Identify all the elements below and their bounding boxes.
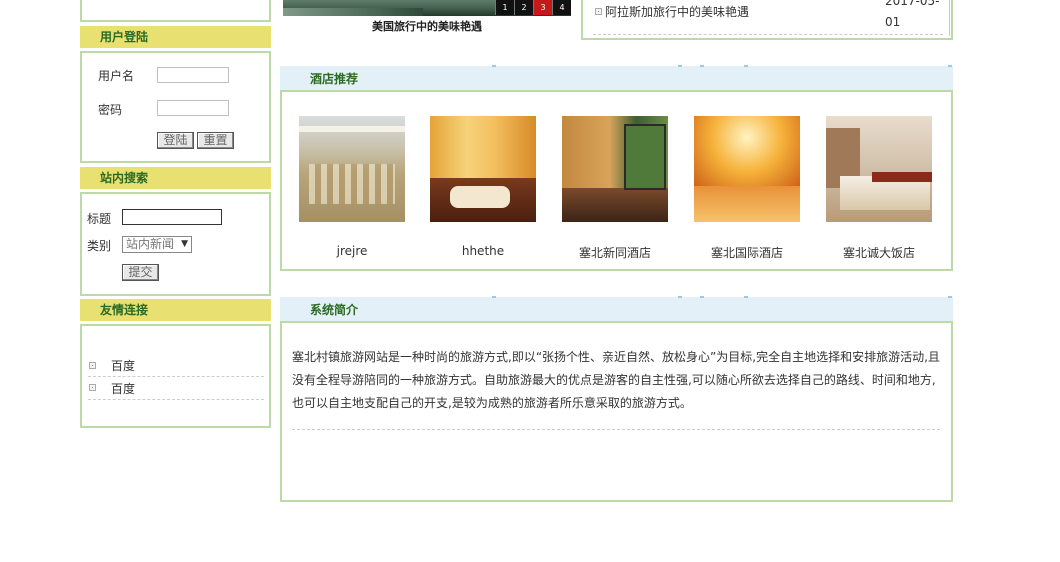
friend-link-2[interactable]: 百度 bbox=[111, 380, 135, 397]
link-bullet-icon bbox=[89, 362, 96, 369]
links-header: 友情连接 bbox=[80, 299, 271, 321]
hotel-name-5[interactable]: 塞北诚大饭店 bbox=[826, 244, 932, 261]
banner-page-3[interactable]: 3 bbox=[533, 0, 552, 15]
link-bullet-icon bbox=[89, 384, 96, 391]
link-divider bbox=[88, 399, 264, 400]
hotel-name-1[interactable]: jrejre bbox=[299, 244, 405, 258]
news-item-date-line1: 2017-05- bbox=[885, 0, 940, 8]
about-header-title: 系统简介 bbox=[310, 303, 359, 317]
about-text: 塞北村镇旅游网站是一种时尚的旅游方式,即以“张扬个性、亲近自然、放松身心”为目标… bbox=[292, 350, 940, 410]
top-left-panel bbox=[80, 0, 271, 22]
banner-pager: 1 2 3 4 bbox=[495, 0, 571, 16]
hotel-dining-room-image[interactable] bbox=[562, 116, 668, 222]
hotel-name-3[interactable]: 塞北新同酒店 bbox=[562, 244, 668, 261]
hotels-header-title: 酒店推荐 bbox=[310, 72, 359, 86]
chevron-down-icon: ▼ bbox=[181, 239, 188, 249]
search-category-value: 站内新闻 bbox=[126, 237, 175, 251]
username-label: 用户名 bbox=[98, 69, 135, 83]
news-divider bbox=[593, 34, 943, 35]
search-category-label: 类别 bbox=[87, 239, 112, 253]
search-submit-button[interactable]: 提交 bbox=[122, 264, 159, 281]
news-bullet-icon bbox=[595, 8, 602, 15]
reset-button[interactable]: 重置 bbox=[197, 132, 234, 149]
search-header: 站内搜索 bbox=[80, 167, 271, 189]
hotels-header: 酒店推荐 bbox=[280, 65, 953, 92]
hotel-name-4[interactable]: 塞北国际酒店 bbox=[694, 244, 800, 261]
username-input[interactable] bbox=[157, 67, 229, 83]
banner-page-1[interactable]: 1 bbox=[495, 0, 514, 15]
search-title-input[interactable] bbox=[122, 209, 222, 225]
login-header: 用户登陆 bbox=[80, 26, 271, 48]
link-divider bbox=[88, 376, 264, 377]
hotel-lobby-image[interactable] bbox=[299, 116, 405, 222]
banner-page-4[interactable]: 4 bbox=[552, 0, 571, 15]
hotel-name-2[interactable]: hhethe bbox=[430, 244, 536, 258]
banner-caption: 美国旅行中的美味艳遇 bbox=[372, 20, 482, 33]
search-category-select[interactable]: 站内新闻 ▼ bbox=[122, 236, 192, 253]
password-label: 密码 bbox=[98, 103, 123, 117]
search-title-label: 标题 bbox=[87, 212, 112, 226]
about-header: 系统简介 bbox=[280, 296, 953, 323]
hotel-restaurant-image[interactable] bbox=[430, 116, 536, 222]
about-divider bbox=[292, 429, 940, 430]
news-inner-line bbox=[949, 0, 950, 36]
friend-link-1[interactable]: 百度 bbox=[111, 357, 135, 374]
login-button[interactable]: 登陆 bbox=[157, 132, 194, 149]
hotel-hallway-image[interactable] bbox=[694, 116, 800, 222]
password-input[interactable] bbox=[157, 100, 229, 116]
news-item-link[interactable]: 阿拉斯加旅行中的美味艳遇 bbox=[605, 3, 749, 20]
banner-slideshow[interactable]: 1 2 3 4 bbox=[283, 0, 571, 16]
hotel-bedroom-image[interactable] bbox=[826, 116, 932, 222]
news-item-date-line2: 01 bbox=[885, 15, 901, 29]
banner-page-2[interactable]: 2 bbox=[514, 0, 533, 15]
